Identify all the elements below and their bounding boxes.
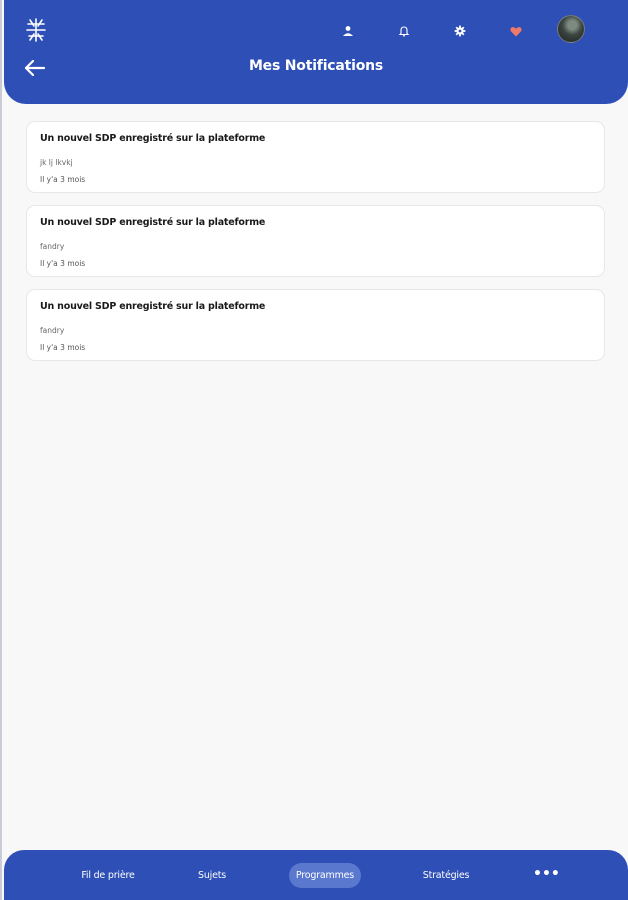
- nav-item-programmes[interactable]: Programmes: [289, 863, 361, 888]
- notification-title: Un nouvel SDP enregistré sur la platefor…: [40, 301, 266, 312]
- heart-icon[interactable]: [504, 19, 528, 43]
- notification-title: Un nouvel SDP enregistré sur la platefor…: [40, 217, 266, 228]
- page-title: Mes Notifications: [248, 58, 384, 74]
- notification-card[interactable]: Un nouvel SDP enregistré sur la platefor…: [26, 121, 605, 193]
- notification-time: Il y'a 3 mois: [40, 259, 86, 268]
- nav-item-sujets[interactable]: Sujets: [188, 863, 236, 888]
- more-icon[interactable]: •••: [533, 863, 560, 888]
- notification-time: Il y'a 3 mois: [40, 175, 86, 184]
- nav-item-strategies[interactable]: Stratégies: [414, 863, 478, 888]
- avatar[interactable]: [557, 15, 585, 43]
- nav-item-fil-de-priere[interactable]: Fil de prière: [70, 863, 146, 888]
- notification-card[interactable]: Un nouvel SDP enregistré sur la platefor…: [26, 289, 605, 361]
- notification-author: jk lj lkvkj: [40, 158, 73, 167]
- notification-list: Un nouvel SDP enregistré sur la platefor…: [26, 121, 605, 373]
- bell-icon[interactable]: [392, 19, 416, 43]
- ornate-logo-icon[interactable]: [22, 16, 50, 44]
- window-edge: [0, 0, 2, 900]
- app-header: Mes Notifications: [4, 0, 628, 104]
- gear-icon[interactable]: [448, 19, 472, 43]
- bottom-nav: Fil de prière Sujets Programmes Stratégi…: [4, 850, 628, 900]
- notification-title: Un nouvel SDP enregistré sur la platefor…: [40, 133, 266, 144]
- notification-card[interactable]: Un nouvel SDP enregistré sur la platefor…: [26, 205, 605, 277]
- notification-time: Il y'a 3 mois: [40, 343, 86, 352]
- user-icon[interactable]: [336, 19, 360, 43]
- notification-author: fandry: [40, 326, 65, 335]
- notification-author: fandry: [40, 242, 65, 251]
